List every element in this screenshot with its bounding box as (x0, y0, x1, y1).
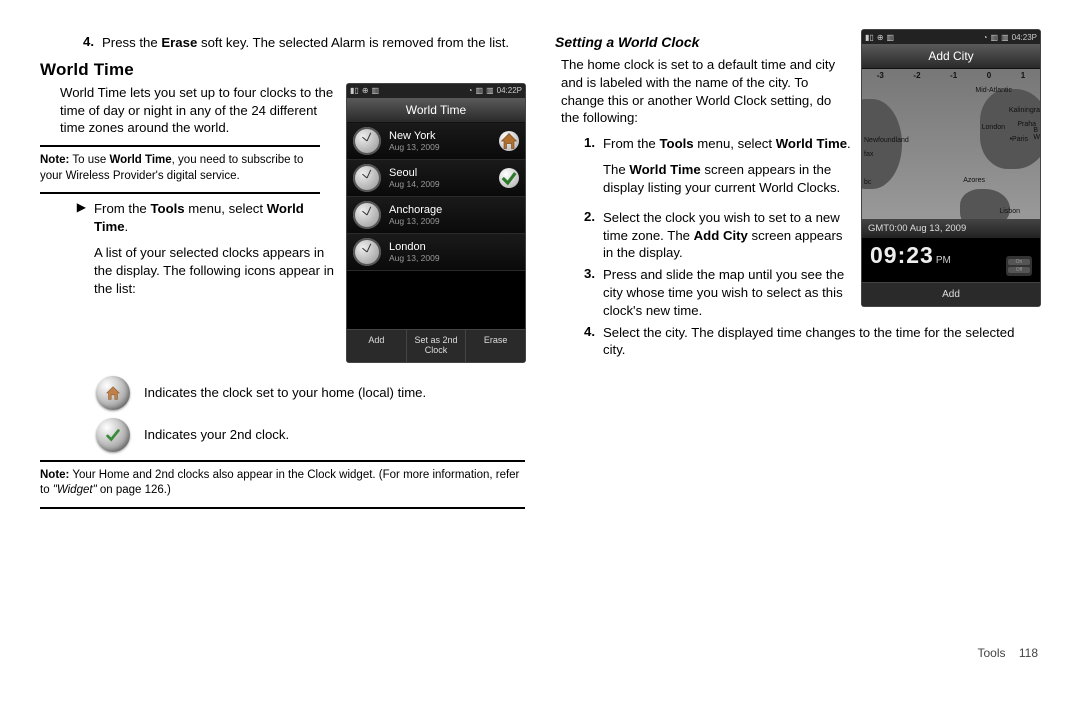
softkey-add[interactable]: Add (862, 282, 1040, 306)
battery-icon: ▥ (887, 33, 895, 42)
heading-world-time: World Time (40, 60, 525, 80)
home-icon (499, 131, 519, 151)
bluetooth-icon: ⊕ (362, 86, 369, 95)
displayed-time: 09:23PM On Off (862, 238, 1040, 282)
batt2-icon: ▥ (486, 86, 494, 95)
alarm-icon: ◔ (983, 33, 988, 42)
phone1-status-bar: ▮▯ ⊕ ▥ ◔ ▥ ▥ 04:22P (347, 84, 525, 98)
right-column: ▮▯ ⊕ ▥ ◔ ▥ ▥ 04:23P Add City -3 -2 -1 0 (555, 30, 1040, 660)
step-select-world-time: ▶ From the Tools menu, select World Time… (40, 200, 337, 305)
dst-toggle[interactable]: On Off (1006, 256, 1032, 276)
softkey-erase[interactable]: Erase (466, 330, 525, 362)
manual-page: 4. Press the Erase soft key. The selecte… (0, 0, 1080, 680)
clock-face-icon (353, 201, 381, 229)
softkey-set-2nd[interactable]: Set as 2nd Clock (407, 330, 467, 362)
phone2-status-bar: ▮▯ ⊕ ▥ ◔ ▥ ▥ 04:23P (862, 30, 1040, 44)
check-icon (96, 418, 130, 452)
signal-icon: ▮▯ (350, 86, 359, 95)
step-1: 1. From the Tools menu, select World Tim… (569, 135, 852, 204)
left-column: 4. Press the Erase soft key. The selecte… (40, 30, 525, 660)
clock-row-london[interactable]: London Aug 13, 2009 (347, 234, 525, 271)
clock-face-icon (353, 238, 381, 266)
status-time: 04:23P (1012, 33, 1037, 42)
home-icon (96, 376, 130, 410)
step-3: 3. Press and slide the map until you see… (569, 266, 852, 319)
phone1-softkeys: Add Set as 2nd Clock Erase (347, 329, 525, 362)
signal-icon: ▮▯ (865, 33, 874, 42)
alarm-icon: ◔ (468, 86, 473, 95)
step-2: 2. Select the clock you wish to set to a… (569, 209, 852, 262)
timezone-ticks: -3 -2 -1 0 1 (862, 71, 1040, 80)
legend-2nd-clock: Indicates your 2nd clock. (96, 418, 525, 452)
softkey-add[interactable]: Add (347, 330, 407, 362)
legend-home: Indicates the clock set to your home (lo… (96, 376, 525, 410)
play-bullet-icon: ▶ (60, 200, 94, 305)
step-4-erase: 4. Press the Erase soft key. The selecte… (68, 34, 525, 52)
phone1-title: World Time (347, 98, 525, 123)
clock-row-newyork[interactable]: New York Aug 13, 2009 (347, 123, 525, 160)
clock-face-icon (353, 127, 381, 155)
bluetooth-icon: ⊕ (877, 33, 884, 42)
phone-screenshot-add-city: ▮▯ ⊕ ▥ ◔ ▥ ▥ 04:23P Add City -3 -2 -1 0 (862, 30, 1040, 306)
clock-row-seoul[interactable]: Seoul Aug 14, 2009 (347, 160, 525, 197)
step-4: 4. Select the city. The displayed time c… (569, 324, 1040, 360)
clock-face-icon (353, 164, 381, 192)
note-subscribe: Note: To use World Time, you need to sub… (40, 153, 320, 184)
battery-icon: ▥ (372, 86, 380, 95)
phone2-title: Add City (862, 44, 1040, 69)
page-footer: Tools 118 (978, 646, 1039, 660)
world-map[interactable]: -3 -2 -1 0 1 Mid-Atlantic Newfoundland f… (862, 69, 1040, 219)
status-time: 04:22P (497, 86, 522, 95)
batt2-icon: ▥ (1001, 33, 1009, 42)
vib-icon: ▥ (476, 86, 484, 95)
clock-row-anchorage[interactable]: Anchorage Aug 13, 2009 (347, 197, 525, 234)
note-widget: Note: Your Home and 2nd clocks also appe… (40, 468, 525, 499)
phone-screenshot-world-time: ▮▯ ⊕ ▥ ◔ ▥ ▥ 04:22P World Time New York … (347, 84, 525, 362)
timezone-info: GMT0:00 Aug 13, 2009 (862, 219, 1040, 238)
vib-icon: ▥ (991, 33, 999, 42)
check-icon (499, 168, 519, 188)
